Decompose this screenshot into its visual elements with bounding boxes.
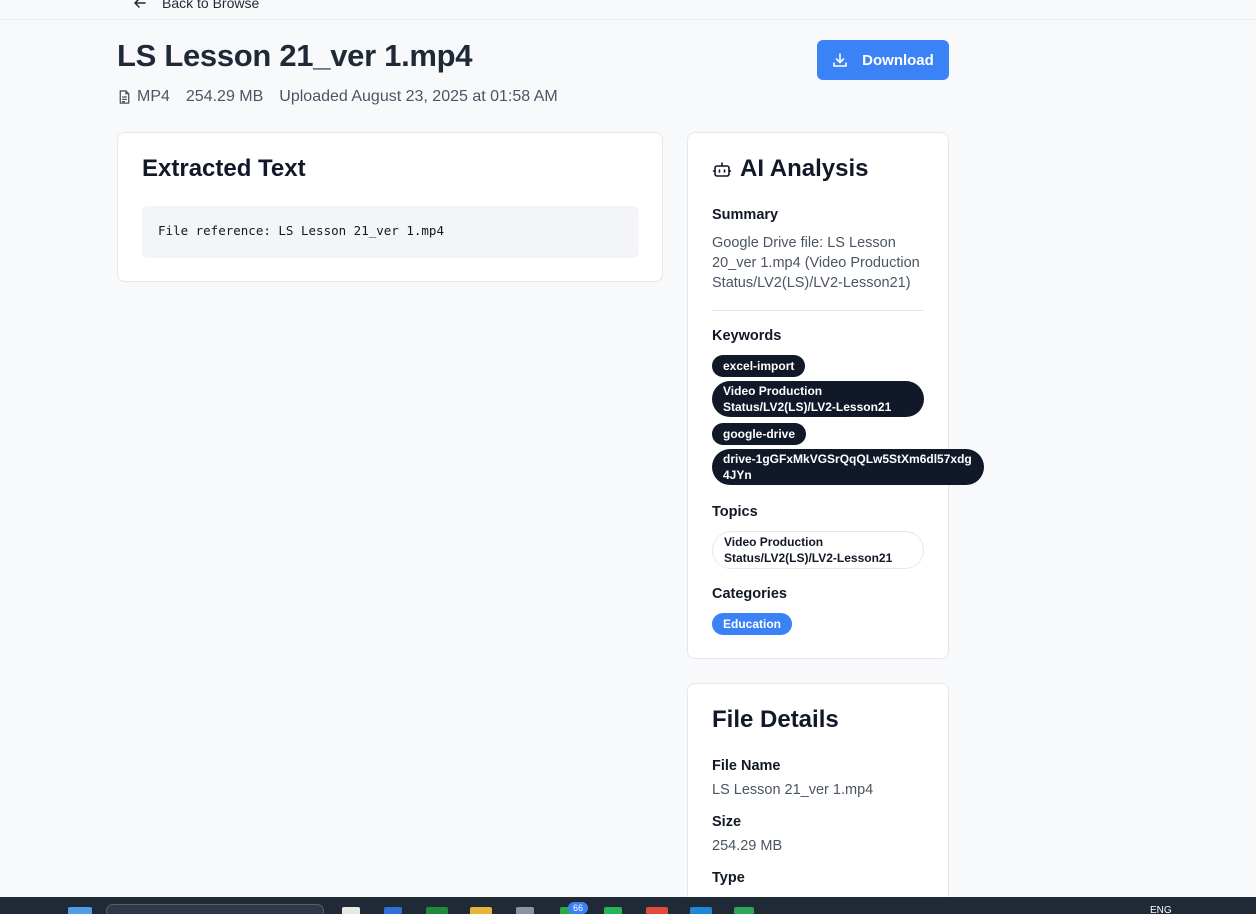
size-label: Size [712, 814, 742, 830]
taskbar-app-icon[interactable] [516, 907, 534, 914]
file-icon [119, 90, 130, 104]
taskbar-app-icon[interactable] [690, 907, 712, 914]
file-name-label: File Name [712, 758, 781, 774]
categories-label: Categories [712, 586, 787, 602]
taskbar-app-icon[interactable] [604, 907, 622, 914]
windows-start-icon[interactable] [68, 907, 92, 914]
download-icon [833, 53, 847, 67]
type-label: Type [712, 870, 745, 886]
file-details-title: File Details [712, 706, 839, 733]
back-link-label: Back to Browse [162, 0, 260, 11]
download-button[interactable]: Download [817, 40, 949, 80]
language-indicator[interactable]: ENG [1150, 905, 1172, 914]
divider [712, 310, 924, 311]
keywords-label: Keywords [712, 328, 782, 344]
taskbar-app-icon[interactable] [342, 907, 360, 914]
file-details-card: File Details File Name LS Lesson 21_ver … [687, 683, 949, 914]
keyword-tag[interactable]: excel-import [712, 355, 806, 377]
taskbar-search[interactable] [106, 904, 324, 914]
topics-label: Topics [712, 504, 758, 520]
arrow-left-icon [134, 0, 146, 8]
notification-badge: 66 [568, 902, 588, 914]
page-title: LS Lesson 21_ver 1.mp4 [117, 38, 473, 73]
bot-icon [712, 162, 732, 177]
keyword-tag[interactable]: drive-1gGFxMkVGSrQqQLw5StXm6dl57xdg4JYn [712, 449, 984, 485]
taskbar-app-icon[interactable] [426, 907, 448, 914]
taskbar-app-icon[interactable] [734, 907, 754, 914]
ai-analysis-card: AI Analysis Summary Google Drive file: L… [687, 132, 984, 659]
extracted-text-content: File reference: LS Lesson 21_ver 1.mp4 [142, 206, 639, 258]
summary-label: Summary [712, 207, 779, 223]
file-meta: MP4 254.29 MB Uploaded August 23, 2025 a… [117, 86, 558, 108]
category-tag[interactable]: Education [712, 613, 793, 635]
extracted-text-card: Extracted Text File reference: LS Lesson… [117, 132, 663, 282]
download-label: Download [862, 51, 934, 69]
folder-icon[interactable] [470, 907, 492, 914]
summary-text: Google Drive file: LS Lesson 20_ver 1.mp… [712, 235, 920, 291]
taskbar-app-icon[interactable] [384, 907, 402, 914]
browser-icon[interactable] [646, 907, 668, 914]
file-size: 254.29 MB [185, 88, 264, 105]
topic-tag[interactable]: Video Production Status/LV2(LS)/LV2-Less… [712, 531, 924, 569]
keyword-tag[interactable]: Video Production Status/LV2(LS)/LV2-Less… [712, 381, 924, 417]
ai-analysis-title: AI Analysis [740, 155, 869, 182]
size-value: 254.29 MB [712, 838, 783, 854]
ai-analysis-header: AI Analysis [712, 155, 869, 183]
keyword-tag[interactable]: google-drive [712, 423, 807, 445]
back-to-browse-link[interactable]: Back to Browse [132, 0, 259, 11]
upload-date: Uploaded August 23, 2025 at 01:58 AM [279, 88, 558, 105]
file-name-value: LS Lesson 21_ver 1.mp4 [712, 782, 874, 798]
extracted-text-title: Extracted Text [142, 155, 306, 182]
file-format: MP4 [137, 88, 170, 105]
